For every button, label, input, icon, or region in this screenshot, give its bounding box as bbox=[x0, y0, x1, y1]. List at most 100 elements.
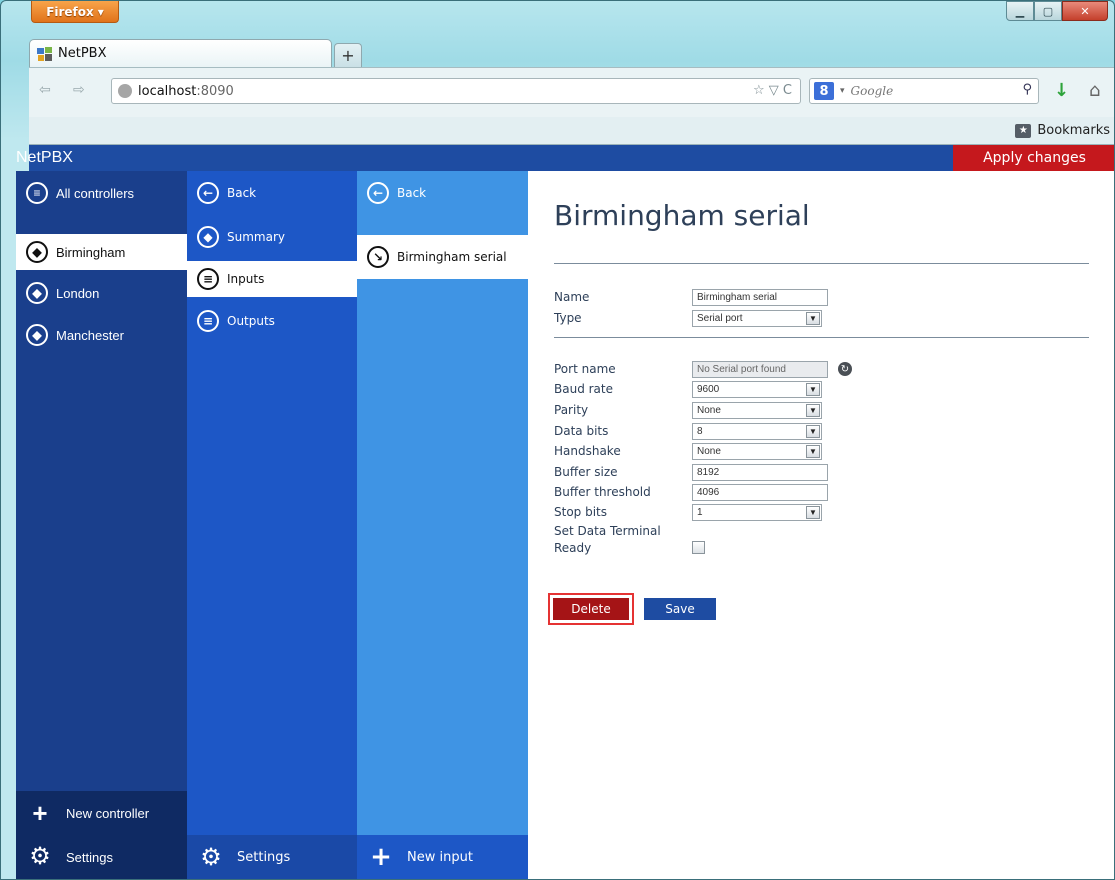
list-icon: ≡ bbox=[26, 182, 48, 204]
controller-item-manchester[interactable]: ◆ Manchester bbox=[16, 317, 189, 353]
buffer-size-field[interactable]: 8192 bbox=[692, 463, 828, 481]
type-value: Serial port bbox=[697, 312, 743, 324]
firefox-menu-button[interactable]: Firefox ▾ bbox=[31, 1, 119, 23]
port-name-field[interactable]: No Serial port found bbox=[692, 360, 828, 378]
dtr-label: Set Data Terminal Ready bbox=[554, 523, 692, 557]
url-host: localhost bbox=[138, 83, 197, 99]
dtr-row: Set Data Terminal Ready bbox=[554, 523, 705, 559]
menu-item-inputs[interactable]: ≡ Inputs bbox=[187, 261, 357, 297]
globe-icon bbox=[118, 84, 132, 98]
apply-changes-button[interactable]: Apply changes bbox=[953, 145, 1114, 171]
back-button[interactable]: ← Back bbox=[357, 175, 528, 211]
chevron-down-icon: ▼ bbox=[806, 403, 820, 417]
port-name-label: Port name bbox=[554, 362, 616, 376]
new-input-label: New input bbox=[407, 849, 473, 865]
save-button[interactable]: Save bbox=[644, 598, 716, 620]
bookmarks-icon: ★ bbox=[1015, 123, 1032, 138]
databits-row: Data bits 8 ▼ bbox=[554, 421, 822, 441]
new-input-button[interactable]: + New input bbox=[357, 835, 528, 879]
input-detail-panel: Birmingham serial Name Birmingham serial… bbox=[528, 171, 1114, 879]
history-dropdown-icon[interactable]: ▽ bbox=[769, 83, 779, 98]
new-controller-label: New controller bbox=[66, 805, 150, 821]
forward-arrow-icon[interactable]: ⇨ bbox=[73, 82, 85, 98]
buffer-threshold-field[interactable]: 4096 bbox=[692, 483, 828, 501]
parity-select[interactable]: None ▼ bbox=[692, 401, 822, 419]
back-arrow-icon[interactable]: ⇦ bbox=[39, 82, 51, 98]
minimize-button[interactable]: ▁ bbox=[1006, 1, 1034, 21]
type-select[interactable]: Serial port ▼ bbox=[692, 309, 822, 327]
all-controllers-item[interactable]: ≡ All controllers bbox=[16, 175, 189, 211]
port-row: Port name No Serial port found ↻ bbox=[554, 359, 852, 379]
home-icon[interactable]: ⌂ bbox=[1089, 80, 1100, 101]
reload-icon[interactable]: C bbox=[783, 83, 792, 98]
search-engine-dropdown-icon[interactable]: ▾ bbox=[840, 86, 845, 96]
arrow-down-right-icon: ↘ bbox=[367, 246, 389, 268]
menu-item-summary[interactable]: ◆ Summary bbox=[187, 219, 357, 255]
search-bar[interactable]: 8 ▾ Google ⚲ bbox=[809, 78, 1039, 104]
maximize-button[interactable]: ▢ bbox=[1034, 1, 1062, 21]
new-controller-button[interactable]: + New controller bbox=[16, 791, 189, 835]
data-bits-select[interactable]: 8 ▼ bbox=[692, 422, 822, 440]
controllers-column: ≡ All controllers ◆ Birmingham ◆ London … bbox=[16, 171, 189, 879]
chevron-down-icon: ▼ bbox=[806, 505, 820, 519]
gear-icon: ⚙ bbox=[200, 843, 222, 871]
diamond-icon: ◆ bbox=[26, 282, 48, 304]
navigation-toolbar: ⇦ ⇨ localhost:8090 ☆ ▽ C 8 ▾ Google ⚲ ↓ … bbox=[29, 67, 1114, 117]
tab-title: NetPBX bbox=[58, 46, 107, 61]
controller-label: Manchester bbox=[56, 327, 124, 343]
name-label: Name bbox=[554, 290, 590, 304]
divider bbox=[554, 337, 1089, 338]
all-controllers-label: All controllers bbox=[56, 185, 135, 201]
input-item-birmingham-serial[interactable]: ↘ Birmingham serial bbox=[357, 235, 528, 279]
delete-button[interactable]: Delete bbox=[553, 598, 629, 620]
parity-row: Parity None ▼ bbox=[554, 400, 822, 420]
download-icon[interactable]: ↓ bbox=[1054, 80, 1069, 101]
handshake-label: Handshake bbox=[554, 444, 621, 458]
menu-label: Summary bbox=[227, 230, 285, 244]
stop-bits-label: Stop bits bbox=[554, 505, 608, 519]
close-window-button[interactable]: ✕ bbox=[1062, 1, 1108, 21]
bookmarks-toolbar: ★ Bookmarks bbox=[29, 117, 1114, 145]
threshold-row: Buffer threshold 4096 bbox=[554, 482, 828, 502]
stopbits-row: Stop bits 1 ▼ bbox=[554, 502, 822, 522]
handshake-value: None bbox=[697, 445, 721, 457]
input-label: Birmingham serial bbox=[397, 250, 507, 264]
netpbx-app: NetPBX Apply changes ≡ All controllers ◆… bbox=[16, 145, 1114, 879]
chevron-down-icon: ▼ bbox=[806, 424, 820, 438]
controller-item-birmingham[interactable]: ◆ Birmingham bbox=[16, 234, 189, 270]
dtr-checkbox[interactable] bbox=[692, 541, 705, 554]
search-icon[interactable]: ⚲ bbox=[1022, 82, 1032, 97]
netpbx-favicon-icon bbox=[37, 46, 52, 61]
dtr-label-line-2: Ready bbox=[554, 541, 592, 555]
menu-item-outputs[interactable]: ≡ Outputs bbox=[187, 303, 357, 339]
google-logo-icon[interactable]: 8 bbox=[814, 82, 834, 100]
new-tab-button[interactable]: + bbox=[334, 43, 362, 67]
back-arrow-icon: ← bbox=[197, 182, 219, 204]
list-icon: ≡ bbox=[197, 268, 219, 290]
bookmark-star-icon[interactable]: ☆ bbox=[753, 83, 765, 98]
bookmarks-button[interactable]: ★ Bookmarks bbox=[1015, 123, 1110, 138]
tab-netpbx[interactable]: NetPBX bbox=[29, 39, 332, 67]
chevron-down-icon: ▼ bbox=[806, 382, 820, 396]
parity-value: None bbox=[697, 404, 721, 416]
refresh-icon[interactable]: ↻ bbox=[838, 362, 852, 376]
chevron-down-icon: ▼ bbox=[806, 311, 820, 325]
gear-icon: ⚙ bbox=[29, 843, 51, 870]
settings-button[interactable]: ⚙ Settings bbox=[187, 835, 357, 879]
browser-window: Firefox ▾ ▁ ▢ ✕ NetPBX + ⇦ ⇨ localhost:8… bbox=[0, 0, 1115, 880]
settings-label: Settings bbox=[66, 849, 113, 865]
controller-item-london[interactable]: ◆ London bbox=[16, 275, 189, 311]
dtr-label-line-1: Set Data Terminal bbox=[554, 524, 661, 538]
handshake-select[interactable]: None ▼ bbox=[692, 442, 822, 460]
url-bar[interactable]: localhost:8090 ☆ ▽ C bbox=[111, 78, 801, 104]
back-button[interactable]: ← Back bbox=[187, 175, 357, 211]
name-field[interactable]: Birmingham serial bbox=[692, 288, 828, 306]
baud-rate-select[interactable]: 9600 ▼ bbox=[692, 380, 822, 398]
settings-button[interactable]: ⚙ Settings bbox=[16, 835, 189, 879]
buffer-size-label: Buffer size bbox=[554, 465, 618, 479]
back-label: Back bbox=[227, 186, 257, 200]
tab-bar: NetPBX + bbox=[29, 39, 362, 67]
buffer-row: Buffer size 8192 bbox=[554, 462, 828, 482]
stop-bits-select[interactable]: 1 ▼ bbox=[692, 503, 822, 521]
divider bbox=[554, 263, 1089, 264]
